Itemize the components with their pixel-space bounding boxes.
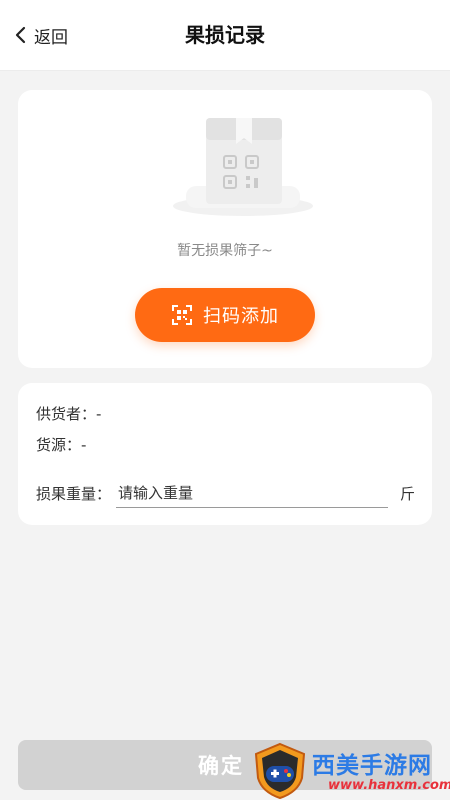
site-watermark: 西美手游网 www.hanxm.com	[250, 742, 450, 800]
supplier-text: 供货者：-	[36, 405, 102, 423]
empty-message: 暂无损果筛子~	[177, 243, 273, 259]
source-text: 货源：-	[36, 436, 87, 454]
scan-add-button[interactable]: 扫码添加	[135, 288, 315, 342]
weight-input[interactable]	[116, 479, 388, 508]
page-title: 果损记录	[185, 23, 265, 47]
confirm-label: 确定	[198, 754, 244, 778]
weight-label: 损果重量：	[36, 485, 112, 503]
gamepad-shield-logo-icon	[254, 742, 306, 800]
qr-box-illustration-icon	[173, 118, 313, 216]
watermark-url: www.hanxm.com	[328, 778, 450, 793]
top-nav-bar: 返回 果损记录	[0, 0, 450, 71]
scan-qr-icon	[172, 305, 192, 325]
record-info-card: 供货者：- 货源：- 损果重量： 斤	[18, 383, 432, 525]
watermark-title: 西美手游网	[312, 753, 432, 779]
scan-add-label: 扫码添加	[203, 306, 279, 327]
empty-state-card: 暂无损果筛子~ 扫码添加	[18, 90, 432, 368]
weight-unit: 斤	[400, 485, 416, 503]
damaged-weight-row: 损果重量： 斤	[36, 479, 416, 509]
